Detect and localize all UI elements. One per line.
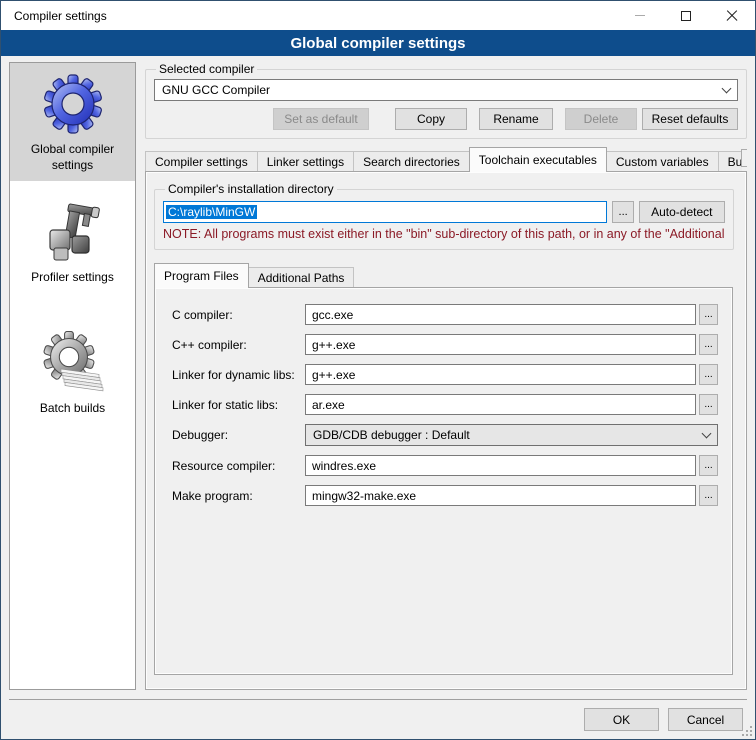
sidebar-item-global-compiler-settings[interactable]: Global compiler settings — [10, 63, 135, 181]
tab-toolchain-executables[interactable]: Toolchain executables — [469, 147, 607, 172]
sidebar-item-label: Global compiler settings — [13, 142, 132, 173]
debugger-row: Debugger: GDB/CDB debugger : Default — [172, 424, 718, 446]
make-program-browse-button[interactable]: ... — [699, 485, 718, 506]
toolchain-executables-panel: Compiler's installation directory C:\ray… — [145, 171, 747, 690]
cpp-compiler-row: C++ compiler: ... — [172, 334, 718, 355]
install-dir-group-label: Compiler's installation directory — [165, 182, 337, 196]
static-linker-browse-button[interactable]: ... — [699, 394, 718, 415]
resource-compiler-browse-button[interactable]: ... — [699, 455, 718, 476]
chevron-down-icon — [722, 83, 732, 93]
ok-button[interactable]: OK — [584, 708, 659, 731]
resource-compiler-row: Resource compiler: ... — [172, 455, 718, 476]
make-program-label: Make program: — [172, 489, 305, 503]
cpp-compiler-label: C++ compiler: — [172, 338, 305, 352]
install-dir-group: Compiler's installation directory C:\ray… — [154, 182, 734, 250]
set-as-default-button[interactable]: Set as default — [273, 108, 369, 130]
dynamic-linker-row: Linker for dynamic libs: ... — [172, 364, 718, 385]
dynamic-linker-label: Linker for dynamic libs: — [172, 368, 305, 382]
gray-gear-stack-icon — [41, 331, 105, 395]
tab-build-options[interactable]: Builc — [718, 151, 742, 172]
tab-linker-settings[interactable]: Linker settings — [257, 151, 354, 172]
tab-search-directories[interactable]: Search directories — [353, 151, 470, 172]
c-compiler-row: C compiler: ... — [172, 304, 718, 325]
copy-button[interactable]: Copy — [395, 108, 467, 130]
dialog-footer: OK Cancel — [9, 699, 747, 739]
sidebar-item-label: Profiler settings — [13, 270, 132, 286]
compiler-button-row: Set as default Copy Rename Delete Reset … — [154, 108, 738, 130]
reset-defaults-button[interactable]: Reset defaults — [642, 108, 738, 130]
window-title: Compiler settings — [1, 9, 107, 23]
delete-button[interactable]: Delete — [565, 108, 637, 130]
c-compiler-label: C compiler: — [172, 308, 305, 322]
maximize-icon — [681, 11, 691, 21]
maximize-button[interactable] — [663, 1, 709, 30]
tab-scroll-arrows — [741, 147, 747, 167]
page-title: Global compiler settings — [1, 30, 755, 56]
install-dir-note: NOTE: All programs must exist either in … — [163, 227, 725, 241]
install-dir-selected-text: C:\raylib\MinGW — [166, 205, 257, 219]
tab-custom-variables[interactable]: Custom variables — [606, 151, 719, 172]
sidebar: Global compiler settings — [9, 62, 136, 690]
dynamic-linker-browse-button[interactable]: ... — [699, 364, 718, 385]
c-compiler-input[interactable] — [305, 304, 696, 325]
minimize-button[interactable] — [617, 1, 663, 30]
selected-compiler-dropdown[interactable]: GNU GCC Compiler — [154, 79, 738, 101]
close-button[interactable] — [709, 1, 755, 30]
debugger-dropdown[interactable]: GDB/CDB debugger : Default — [305, 424, 718, 446]
tab-program-files[interactable]: Program Files — [154, 263, 249, 288]
close-icon — [726, 10, 738, 22]
sidebar-item-label: Batch builds — [13, 401, 132, 417]
install-dir-browse-button[interactable]: ... — [612, 201, 634, 223]
selected-compiler-group-label: Selected compiler — [156, 62, 257, 76]
tab-compiler-settings[interactable]: Compiler settings — [145, 151, 258, 172]
selected-compiler-value: GNU GCC Compiler — [162, 83, 270, 97]
dynamic-linker-input[interactable] — [305, 364, 696, 385]
main-panel: Selected compiler GNU GCC Compiler Set a… — [145, 62, 747, 690]
compiler-settings-dialog: Compiler settings Global compiler settin… — [0, 0, 756, 740]
resource-compiler-label: Resource compiler: — [172, 459, 305, 473]
debugger-label: Debugger: — [172, 428, 305, 442]
caliper-icon — [41, 200, 105, 264]
static-linker-input[interactable] — [305, 394, 696, 415]
resource-compiler-input[interactable] — [305, 455, 696, 476]
c-compiler-browse-button[interactable]: ... — [699, 304, 718, 325]
title-bar: Compiler settings — [1, 1, 755, 30]
autodetect-button[interactable]: Auto-detect — [639, 201, 724, 223]
rename-button[interactable]: Rename — [479, 108, 553, 130]
tab-additional-paths[interactable]: Additional Paths — [248, 267, 355, 288]
cancel-button[interactable]: Cancel — [668, 708, 743, 731]
tab-scroll-left-button[interactable] — [741, 149, 747, 167]
blue-gear-icon — [41, 72, 105, 136]
program-files-panel: C compiler: ... C++ compiler: ... Linker… — [154, 287, 733, 675]
minimize-icon — [635, 15, 645, 16]
sidebar-item-profiler-settings[interactable]: Profiler settings — [10, 191, 135, 294]
cpp-compiler-input[interactable] — [305, 334, 696, 355]
static-linker-label: Linker for static libs: — [172, 398, 305, 412]
static-linker-row: Linker for static libs: ... — [172, 394, 718, 415]
programs-notebook: Program Files Additional Paths C compile… — [154, 263, 733, 675]
make-program-row: Make program: ... — [172, 485, 718, 506]
window-controls — [617, 1, 755, 30]
programs-tabstrip: Program Files Additional Paths — [154, 263, 733, 288]
install-dir-input[interactable]: C:\raylib\MinGW — [163, 201, 607, 223]
sidebar-item-batch-builds[interactable]: Batch builds — [10, 322, 135, 425]
chevron-down-icon — [702, 428, 712, 438]
make-program-input[interactable] — [305, 485, 696, 506]
cpp-compiler-browse-button[interactable]: ... — [699, 334, 718, 355]
debugger-value: GDB/CDB debugger : Default — [313, 428, 470, 442]
selected-compiler-group: Selected compiler GNU GCC Compiler Set a… — [145, 62, 747, 139]
resize-grip[interactable] — [740, 724, 753, 737]
settings-tabstrip: Compiler settings Linker settings Search… — [145, 147, 747, 172]
